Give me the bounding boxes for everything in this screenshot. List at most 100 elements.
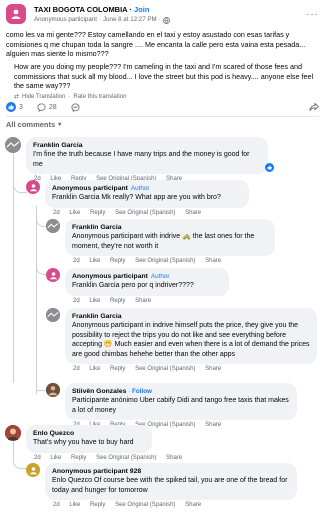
see-original-action[interactable]: See Original (Spanish)	[135, 366, 195, 372]
avatar[interactable]	[26, 180, 40, 194]
avatar[interactable]	[5, 137, 21, 153]
see-original-action[interactable]: See Original (Spanish)	[96, 455, 156, 461]
comment: Franklin Garcia Anonymous participant in…	[46, 308, 317, 372]
share-action[interactable]: Share	[185, 210, 201, 216]
like-action[interactable]: Like	[89, 258, 100, 264]
share-action[interactable]: Share	[205, 366, 221, 372]
reply-action[interactable]: Reply	[71, 455, 86, 461]
comment-age[interactable]: 2d	[73, 366, 80, 372]
more-options-icon[interactable]: ···	[306, 9, 319, 20]
author-badge: Author	[150, 273, 170, 280]
comment-actions: 2d Like Reply See Original (Spanish) Sha…	[53, 210, 249, 216]
anonymous-icon	[49, 271, 57, 279]
like-icon[interactable]	[6, 102, 16, 112]
like-action[interactable]: Like	[89, 366, 100, 372]
commenter-name[interactable]: Franklin Garcia	[72, 312, 310, 321]
comment-age[interactable]: 2d	[73, 258, 80, 264]
comment-actions: 2d Like Reply See Original (Spanish) Sha…	[53, 502, 297, 508]
like-reaction-icon[interactable]	[265, 163, 274, 173]
comment-age[interactable]: 2d	[53, 210, 60, 216]
user-photo-icon	[46, 308, 60, 322]
post-time[interactable]: June 8 at 12:27 PM	[103, 15, 157, 25]
comment-bubble: Enlo Quezco That's why you have to buy h…	[26, 425, 152, 453]
translate-icon: ⇄	[14, 94, 20, 100]
comment-icon[interactable]	[37, 102, 46, 112]
commenter-name[interactable]: Anonymous participant	[72, 273, 148, 280]
reply-action[interactable]: Reply	[110, 298, 125, 304]
author-badge: Author	[130, 185, 150, 192]
see-original-action[interactable]: See Original (Spanish)	[135, 258, 195, 264]
commenter-name[interactable]: Anonymous participant	[52, 185, 128, 192]
comment-text: I'm fine the truth because I have many t…	[33, 151, 250, 168]
comment-actions: 2d Like Reply Share	[73, 298, 229, 304]
share-action[interactable]: Share	[135, 298, 151, 304]
comment-age[interactable]: 2d	[53, 502, 60, 508]
divider	[6, 116, 319, 117]
anonymous-icon	[29, 183, 37, 191]
comment-actions: 2d Like Reply See Original (Spanish) Sha…	[73, 366, 317, 372]
commenter-name[interactable]: Franklin Garcia	[72, 223, 268, 232]
poster-name[interactable]: Anonymous participant	[34, 15, 97, 25]
commenter-name[interactable]: Anonymous participant 928	[52, 467, 290, 476]
reactions-bar: 3 28	[6, 100, 319, 114]
user-photo-icon	[5, 137, 21, 153]
reply-action[interactable]: Reply	[90, 502, 105, 508]
comment: Enlo Quezco That's why you have to buy h…	[5, 425, 305, 461]
avatar[interactable]	[5, 425, 21, 441]
group-avatar[interactable]	[6, 4, 26, 24]
comment-text: Franklin Garcia pero por q indriver????	[72, 282, 194, 290]
see-original-action[interactable]: See Original (Spanish)	[115, 502, 175, 508]
comment-bubble: Anonymous participant 928 Enlo Quezco Of…	[45, 463, 297, 501]
avatar[interactable]	[26, 463, 40, 477]
comment-age[interactable]: 2d	[34, 455, 41, 461]
share-icon[interactable]	[309, 102, 319, 112]
share-action[interactable]: Share	[166, 455, 182, 461]
comment-actions: 2d Like Reply See Original (Spanish) Sha…	[34, 455, 190, 461]
like-action[interactable]: Like	[89, 298, 100, 304]
join-link[interactable]: Join	[134, 5, 149, 14]
comment-text: Franklin Garcia Mk really? What app are …	[52, 194, 221, 202]
like-action[interactable]: Like	[69, 502, 80, 508]
commenter-name[interactable]: Franklin Garcia	[33, 141, 261, 150]
globe-icon	[162, 16, 170, 24]
link-separator: ·	[68, 93, 71, 100]
avatar[interactable]	[46, 268, 60, 282]
comment-bubble: Franklin Garcia Anonymous participant wi…	[65, 219, 275, 257]
comment-bubble: Anonymous participant Author Franklin Gar…	[45, 180, 249, 208]
group-name[interactable]: TAXI BOGOTA COLOMBIA	[34, 5, 127, 14]
like-action[interactable]: Like	[69, 210, 80, 216]
reply-action[interactable]: Reply	[90, 210, 105, 216]
hide-translation-link[interactable]: Hide Translation	[22, 94, 65, 100]
comment-bubble: Franklin Garcia Anonymous participant in…	[65, 308, 317, 365]
comment: Anonymous participant Author Franklin Gar…	[46, 268, 316, 304]
share-action[interactable]: Share	[185, 502, 201, 508]
comment-age[interactable]: 2d	[73, 298, 80, 304]
commenter-name[interactable]: Enlo Quezco	[33, 429, 145, 438]
reply-action[interactable]: Reply	[110, 258, 125, 264]
user-photo-icon	[46, 383, 60, 397]
rate-translation-link[interactable]: Rate this translation	[73, 94, 126, 100]
meta-separator: ·	[98, 16, 102, 23]
meta-separator: ·	[158, 16, 161, 23]
comment-count[interactable]: 28	[49, 104, 57, 111]
avatar[interactable]	[46, 383, 60, 397]
thread-line	[36, 206, 37, 394]
avatar[interactable]	[46, 308, 60, 322]
share-action[interactable]: Share	[205, 258, 221, 264]
user-photo-icon	[46, 219, 60, 233]
comment-text: Anonymous participant in indrive himself…	[72, 322, 310, 358]
messenger-icon[interactable]	[71, 102, 80, 112]
comment: Stiivěn Gonzales · Follow Participante a…	[46, 383, 316, 428]
commenter-name[interactable]: Stiivěn Gonzales	[72, 388, 126, 395]
comment-sort-dropdown[interactable]: All comments ▾	[6, 120, 61, 129]
reply-action[interactable]: Reply	[110, 366, 125, 372]
like-action[interactable]: Like	[50, 455, 61, 461]
follow-button[interactable]: Follow	[132, 388, 152, 395]
chevron-down-icon: ▾	[58, 122, 62, 128]
see-original-action[interactable]: See Original (Spanish)	[115, 210, 175, 216]
post-translation: How are you doing my people??? I'm camel…	[14, 62, 314, 91]
comment-sort-label: All comments	[6, 120, 56, 129]
avatar[interactable]	[46, 219, 60, 233]
reaction-count[interactable]: 3	[19, 104, 23, 111]
comment-actions: 2d Like Reply See Original (Spanish) Sha…	[73, 258, 275, 264]
